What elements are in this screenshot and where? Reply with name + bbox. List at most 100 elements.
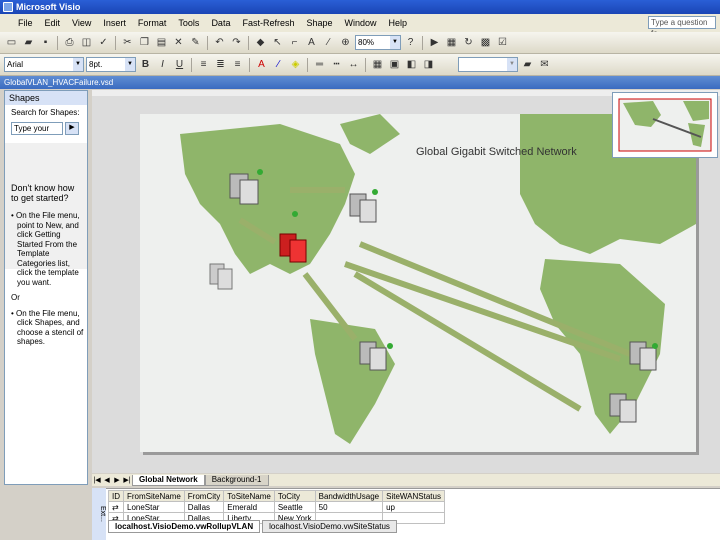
toolbar-separator <box>207 35 208 50</box>
toolbar-separator <box>307 57 308 72</box>
prev-page-icon[interactable]: ◀ <box>102 476 112 484</box>
tab-vwrollupvlan[interactable]: localhost.VisioDemo.vwRollupVLAN <box>108 520 261 533</box>
pan-zoom-window[interactable] <box>612 92 718 158</box>
help-search-input[interactable]: Type a question fo <box>648 16 716 38</box>
text-tool-icon[interactable]: A <box>304 35 319 50</box>
menu-bar: File Edit View Insert Format Tools Data … <box>0 14 720 32</box>
connector-icon[interactable]: ⌐ <box>287 35 302 50</box>
column-header[interactable]: FromSiteName <box>123 490 185 502</box>
delete-icon[interactable]: ✕ <box>171 35 186 50</box>
save-icon[interactable]: ▪ <box>38 35 53 50</box>
format-painter-icon[interactable]: ✎ <box>188 35 203 50</box>
bring-front-icon[interactable]: ◧ <box>404 57 419 72</box>
column-header[interactable]: FromCity <box>183 490 225 502</box>
line-weight-icon[interactable]: ═ <box>312 57 327 72</box>
folder-icon[interactable]: ▰ <box>520 57 535 72</box>
underline-button[interactable]: U <box>172 57 187 72</box>
shapes-icon[interactable]: ◆ <box>253 35 268 50</box>
pointer-icon[interactable]: ↖ <box>270 35 285 50</box>
reviewer-select[interactable]: ▼ <box>458 57 518 72</box>
menu-window[interactable]: Window <box>339 18 383 28</box>
layers-icon[interactable]: ▦ <box>370 57 385 72</box>
first-page-icon[interactable]: |◀ <box>92 476 102 484</box>
formatting-toolbar: Arial ▼ 8pt. ▼ B I U ≡ ≣ ≡ A ∕ ◈ ═ ┅ ↔ ▦… <box>0 54 720 76</box>
align-center-icon[interactable]: ≣ <box>213 57 228 72</box>
italic-button[interactable]: I <box>155 57 170 72</box>
font-size-select[interactable]: 8pt. ▼ <box>86 57 136 72</box>
visio-app-icon <box>3 2 13 12</box>
help-list: • On the File menu, point to New, and cl… <box>11 211 85 351</box>
row-link-icon: ⇄ <box>108 501 124 513</box>
paste-icon[interactable]: ▤ <box>154 35 169 50</box>
pan-zoom-icon[interactable]: ⊕ <box>338 35 353 50</box>
shape-data-icon[interactable]: ☑ <box>495 35 510 50</box>
data-graphics-icon[interactable]: ▩ <box>478 35 493 50</box>
column-header[interactable]: SiteWANStatus <box>382 490 445 502</box>
last-page-icon[interactable]: ▶| <box>122 476 132 484</box>
fill-color-icon[interactable]: ◈ <box>288 57 303 72</box>
menu-shape[interactable]: Shape <box>300 18 338 28</box>
redo-icon[interactable]: ↷ <box>229 35 244 50</box>
zoom-select[interactable]: 80% ▼ <box>355 35 401 50</box>
refresh-data-icon[interactable]: ↻ <box>461 35 476 50</box>
align-right-icon[interactable]: ≡ <box>230 57 245 72</box>
undo-icon[interactable]: ↶ <box>212 35 227 50</box>
help-item-text: On the File menu, click Shapes, and choo… <box>16 308 84 347</box>
font-color-icon[interactable]: A <box>254 57 269 72</box>
help-icon[interactable]: ? <box>403 35 418 50</box>
run-icon[interactable]: ▶ <box>427 35 442 50</box>
link-data-icon[interactable]: ▦ <box>444 35 459 50</box>
menu-tools[interactable]: Tools <box>172 18 205 28</box>
bold-button[interactable]: B <box>138 57 153 72</box>
group-icon[interactable]: ▣ <box>387 57 402 72</box>
font-value: Arial <box>7 60 24 69</box>
open-icon[interactable]: ▰ <box>21 35 36 50</box>
send-back-icon[interactable]: ◨ <box>421 57 436 72</box>
help-heading: Don't know how to get started? <box>11 183 75 203</box>
shapes-search-input[interactable]: Type your <box>11 122 63 135</box>
search-go-icon[interactable]: ▶ <box>65 122 79 135</box>
chevron-down-icon: ▼ <box>73 58 83 71</box>
menu-insert[interactable]: Insert <box>97 18 132 28</box>
preview-icon[interactable]: ◫ <box>79 35 94 50</box>
drawing-page[interactable] <box>140 114 696 452</box>
chevron-down-icon: ▼ <box>507 58 517 71</box>
document-title-bar: GlobalVLAN_HVACFailure.vsd <box>0 76 720 89</box>
tab-vwsitestatus[interactable]: localhost.VisioDemo.vwSiteStatus <box>262 520 397 533</box>
line-pattern-icon[interactable]: ┅ <box>329 57 344 72</box>
menu-file[interactable]: File <box>12 18 39 28</box>
line-color-icon[interactable]: ∕ <box>271 57 286 72</box>
table-cell: Seattle <box>273 501 316 513</box>
column-header[interactable]: ToCity <box>273 490 316 502</box>
menu-edit[interactable]: Edit <box>39 18 67 28</box>
font-size-value: 8pt. <box>89 60 103 69</box>
toolbar-separator <box>365 57 366 72</box>
table-row[interactable]: ⇄ LoneStar Dallas Emerald Seattle 50 up <box>108 501 445 513</box>
menu-format[interactable]: Format <box>132 18 173 28</box>
print-icon[interactable]: ⎙ <box>62 35 77 50</box>
menu-help[interactable]: Help <box>383 18 414 28</box>
next-page-icon[interactable]: ▶ <box>112 476 122 484</box>
column-header[interactable]: ID <box>108 490 124 502</box>
table-cell: up <box>382 501 445 513</box>
menu-view[interactable]: View <box>66 18 97 28</box>
menu-data[interactable]: Data <box>205 18 236 28</box>
line-ends-icon[interactable]: ↔ <box>346 57 361 72</box>
chevron-down-icon: ▼ <box>390 36 400 49</box>
document-title: GlobalVLAN_HVACFailure.vsd <box>4 78 114 87</box>
overview-thumbnail <box>618 98 712 152</box>
copy-icon[interactable]: ❐ <box>137 35 152 50</box>
spelling-icon[interactable]: ✓ <box>96 35 111 50</box>
status-dot <box>387 343 393 349</box>
align-left-icon[interactable]: ≡ <box>196 57 211 72</box>
menu-fast-refresh[interactable]: Fast-Refresh <box>236 18 300 28</box>
tab-global-network[interactable]: Global Network <box>132 474 205 486</box>
column-header[interactable]: ToSiteName <box>223 490 275 502</box>
line-tool-icon[interactable]: ∕ <box>321 35 336 50</box>
cut-icon[interactable]: ✂ <box>120 35 135 50</box>
column-header[interactable]: BandwidthUsage <box>314 490 384 502</box>
new-icon[interactable]: ▭ <box>4 35 19 50</box>
tab-background-1[interactable]: Background-1 <box>204 474 269 486</box>
comment-icon[interactable]: ✉ <box>537 57 552 72</box>
font-select[interactable]: Arial ▼ <box>4 57 84 72</box>
